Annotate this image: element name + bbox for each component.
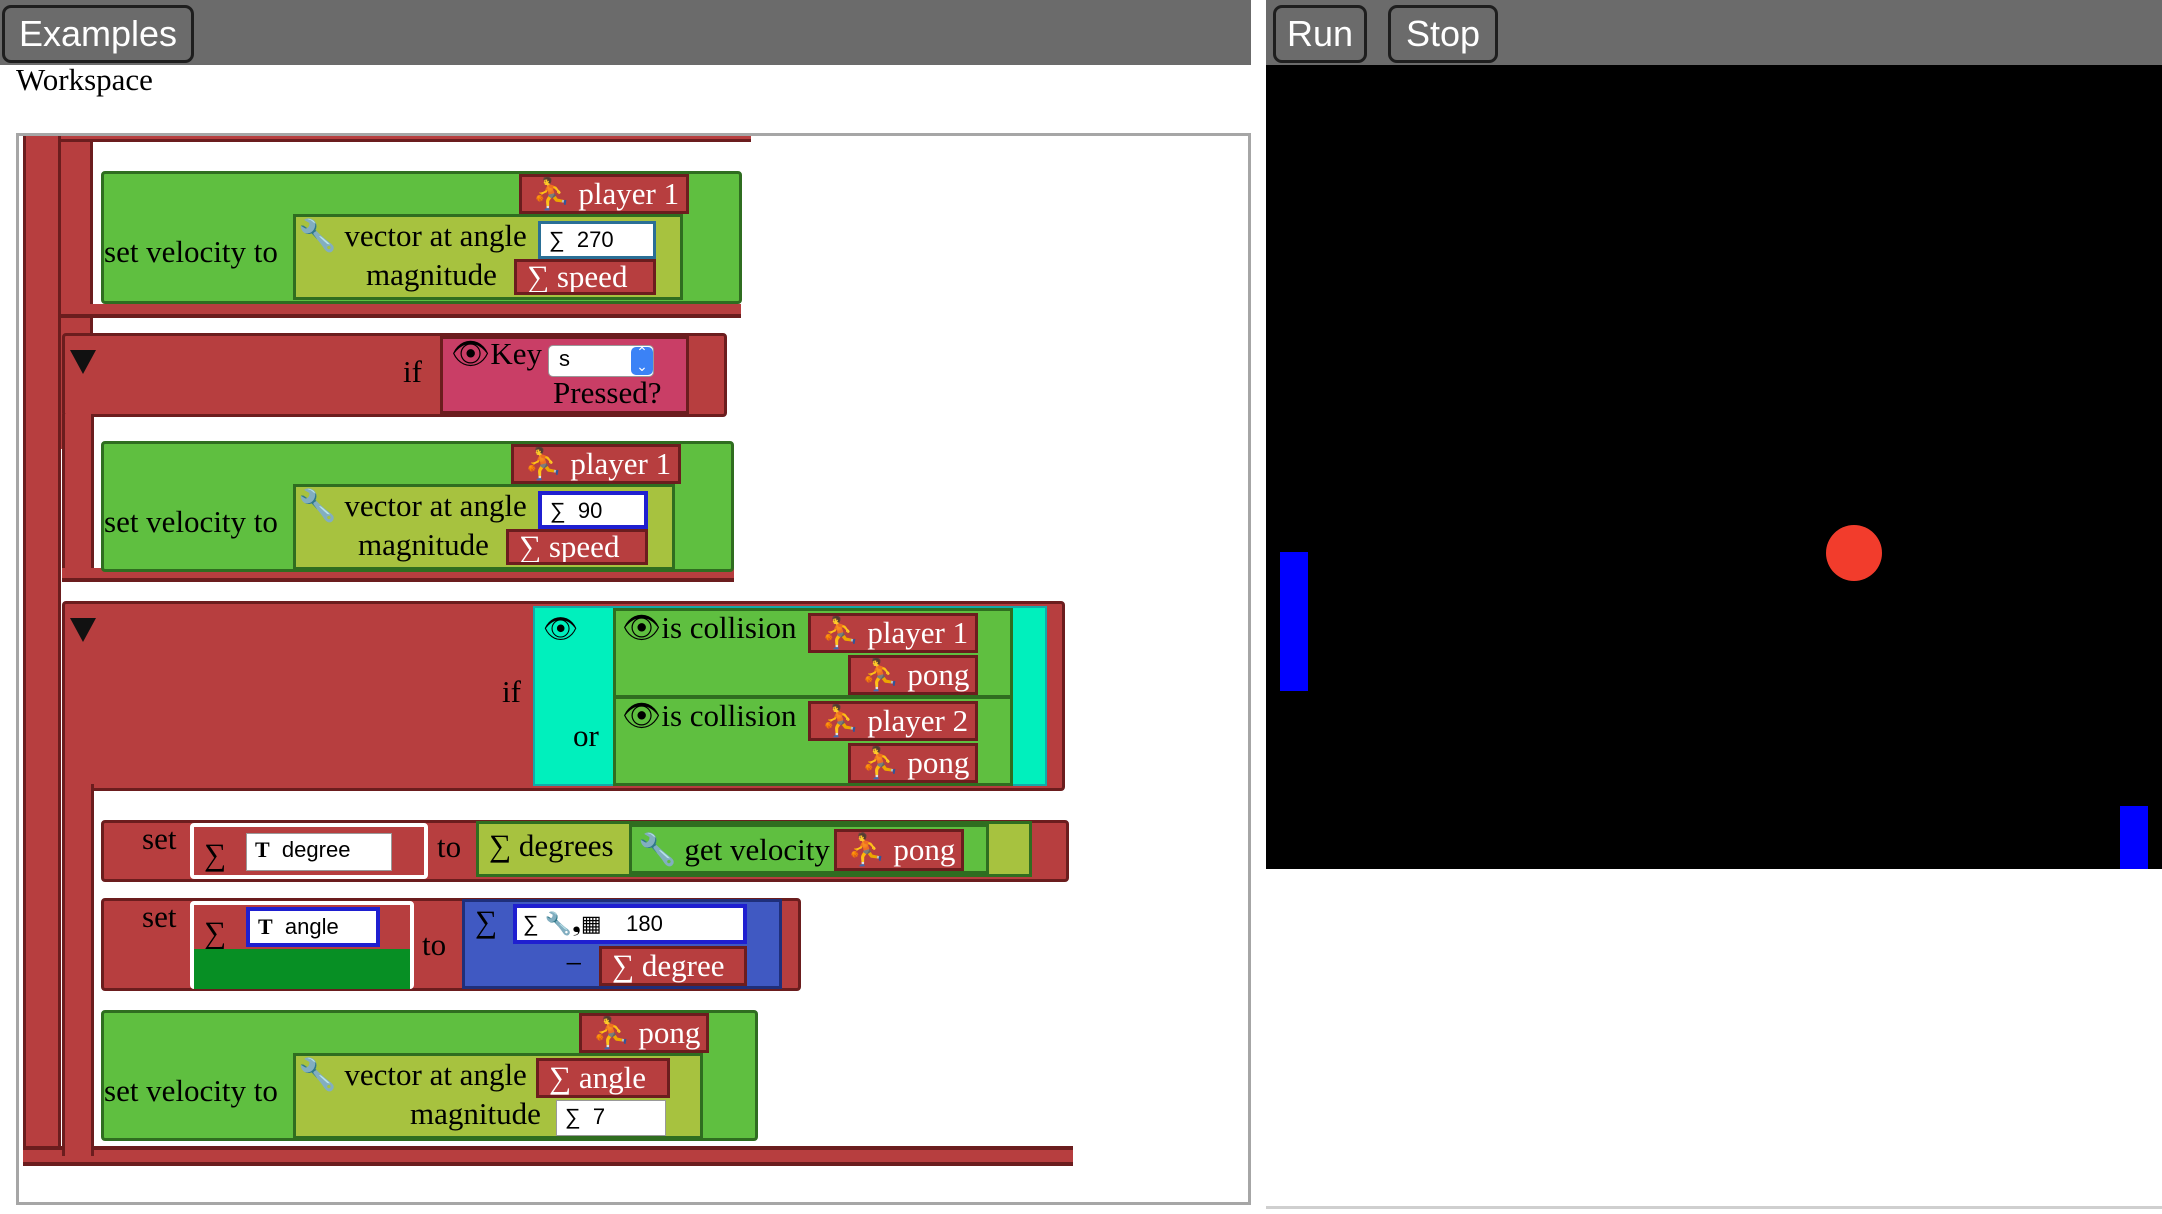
minus-label: − <box>565 946 583 981</box>
wrench-icon: 🔧 <box>298 488 337 523</box>
variable-slot[interactable]: ∑ T angle <box>190 901 414 989</box>
eye-icon: 👁 <box>451 336 491 371</box>
if-block-2-header[interactable]: if 👁Key s ⌃ ⌄ Pressed? <box>62 333 727 417</box>
run-button[interactable]: Run <box>1273 5 1367 63</box>
pong-ball <box>1826 525 1882 581</box>
set-angle-block[interactable]: set ∑ T angle to ∑ ∑ 🔧❟▦ 180 − ∑ degree <box>101 898 801 991</box>
workspace-title: Workspace <box>16 62 153 97</box>
variable-name-field[interactable]: T degree <box>246 833 392 871</box>
sprite-slot[interactable]: ⛹ player 1 <box>808 613 978 653</box>
angle-field[interactable]: ∑ 90 <box>538 491 648 529</box>
sprite-slot[interactable]: ⛹ pong <box>579 1013 709 1053</box>
or-label: or <box>573 718 599 753</box>
sprite-slot[interactable]: ⛹ player 2 <box>808 701 978 741</box>
set-velocity-label: set velocity to <box>104 1073 278 1108</box>
wrench-icon: 🔧 <box>298 218 337 253</box>
magnitude-slot[interactable]: ∑ speed <box>514 259 656 295</box>
sprite-icon: ⛹ <box>861 657 900 692</box>
if-label: if <box>403 354 422 389</box>
vector-block-2[interactable]: 🔧 vector at angle ∑ 90 magnitude ∑ speed <box>293 484 675 570</box>
set-label: set <box>142 821 177 856</box>
workspace-canvas[interactable]: set velocity to ⛹ player 1 🔧 vector at a… <box>16 133 1251 1205</box>
angle-field[interactable]: ∑ 270 <box>538 221 656 259</box>
magnitude-label: magnitude <box>410 1096 541 1131</box>
set-velocity-block-3[interactable]: set velocity to ⛹ pong 🔧 vector at angle… <box>101 1010 758 1141</box>
player-1-paddle <box>1280 552 1308 691</box>
magnitude-slot[interactable]: ∑ speed <box>506 529 648 565</box>
magnitude-label: magnitude <box>358 527 489 562</box>
key-pressed-block[interactable]: 👁Key s ⌃ ⌄ Pressed? <box>440 336 689 414</box>
sprite-icon: ⛹ <box>847 832 886 867</box>
set-velocity-label: set velocity to <box>104 504 278 539</box>
vector-block-3[interactable]: 🔧 vector at angle ∑ angle magnitude ∑ 7 <box>293 1053 703 1139</box>
sprite-icon: ⛹ <box>821 703 860 738</box>
sprite-icon: ⛹ <box>524 446 563 481</box>
variable-name-field[interactable]: T angle <box>246 907 380 947</box>
sprite-slot[interactable]: ⛹ pong <box>834 829 964 871</box>
eye-icon: 👁 <box>622 610 662 645</box>
bottom-border <box>1266 1206 2162 1209</box>
select-chevron-icon[interactable]: ⌃ ⌄ <box>631 347 653 375</box>
comma-icon: ❟ <box>572 911 581 936</box>
if-block-3-header[interactable]: if 👁 or 👁is collision ⛹ player 1 ⛹ pong … <box>62 601 1065 791</box>
wrench-icon: 🔧 <box>638 832 677 867</box>
set-velocity-block-1[interactable]: set velocity to ⛹ player 1 🔧 vector at a… <box>101 171 742 304</box>
pressed-label: Pressed? <box>553 375 662 410</box>
collision-block-2[interactable]: 👁is collision ⛹ player 2 ⛹ pong <box>613 696 1013 786</box>
player-2-paddle <box>2120 806 2148 869</box>
examples-button[interactable]: Examples <box>2 5 194 63</box>
set-velocity-label: set velocity to <box>104 234 278 269</box>
number-field[interactable]: ∑ 🔧❟▦ 180 <box>513 904 747 944</box>
outer-loop-bottom <box>23 1146 1073 1166</box>
outer-loop-spine[interactable] <box>23 136 61 1166</box>
eye-icon: 👁 <box>543 614 579 645</box>
calendar-icon: ▦ <box>580 911 602 936</box>
get-velocity-block[interactable]: 🔧 get velocity ⛹ pong <box>629 824 989 874</box>
set-velocity-block-2[interactable]: set velocity to ⛹ player 1 🔧 vector at a… <box>101 441 734 572</box>
wrench-icon: 🔧 <box>298 1057 337 1092</box>
if-block-1-bottom <box>61 304 741 318</box>
magnitude-label: magnitude <box>366 257 497 292</box>
to-label: to <box>422 927 447 962</box>
game-stage[interactable] <box>1266 65 2162 869</box>
set-label: set <box>142 899 177 934</box>
if-block-2-spine <box>62 414 94 582</box>
collapse-triangle-icon[interactable] <box>70 618 96 642</box>
magnitude-field[interactable]: ∑ 7 <box>556 1100 666 1136</box>
vector-block-1[interactable]: 🔧 vector at angle ∑ 270 magnitude ∑ spee… <box>293 214 683 300</box>
variable-color-swatch <box>194 949 410 989</box>
sprite-slot[interactable]: ⛹ pong <box>848 655 978 695</box>
panel-divider[interactable] <box>1251 0 1266 1214</box>
sprite-icon: ⛹ <box>592 1015 631 1050</box>
variable-slot[interactable]: ∑ T degree <box>190 823 428 879</box>
if-block-1-top <box>61 136 751 142</box>
sprite-slot[interactable]: ⛹ player 1 <box>519 174 689 214</box>
sprite-slot[interactable]: ⛹ pong <box>848 743 978 783</box>
collision-block-1[interactable]: 👁is collision ⛹ player 1 ⛹ pong <box>613 608 1013 698</box>
eye-icon: 👁 <box>622 698 662 733</box>
subtract-block[interactable]: ∑ ∑ 🔧❟▦ 180 − ∑ degree <box>462 899 782 989</box>
to-label: to <box>437 829 462 864</box>
if-label: if <box>502 674 521 709</box>
sprite-icon: ⛹ <box>821 615 860 650</box>
stop-button[interactable]: Stop <box>1388 5 1498 63</box>
if-block-3-spine <box>62 784 94 1156</box>
collapse-triangle-icon[interactable] <box>70 350 96 374</box>
subtract-slot[interactable]: ∑ degree <box>599 946 747 986</box>
angle-slot[interactable]: ∑ angle <box>536 1058 670 1098</box>
sprite-slot[interactable]: ⛹ player 1 <box>511 444 681 484</box>
sprite-icon: ⛹ <box>861 745 900 780</box>
degrees-block[interactable]: ∑ degrees 🔧 get velocity ⛹ pong <box>476 821 1032 877</box>
or-block[interactable]: 👁 or 👁is collision ⛹ player 1 ⛹ pong 👁is… <box>533 606 1047 786</box>
wrench-icon: 🔧 <box>544 911 573 936</box>
sprite-icon: ⛹ <box>532 176 571 211</box>
set-degree-block[interactable]: set ∑ T degree to ∑ degrees 🔧 get veloci… <box>101 820 1069 882</box>
